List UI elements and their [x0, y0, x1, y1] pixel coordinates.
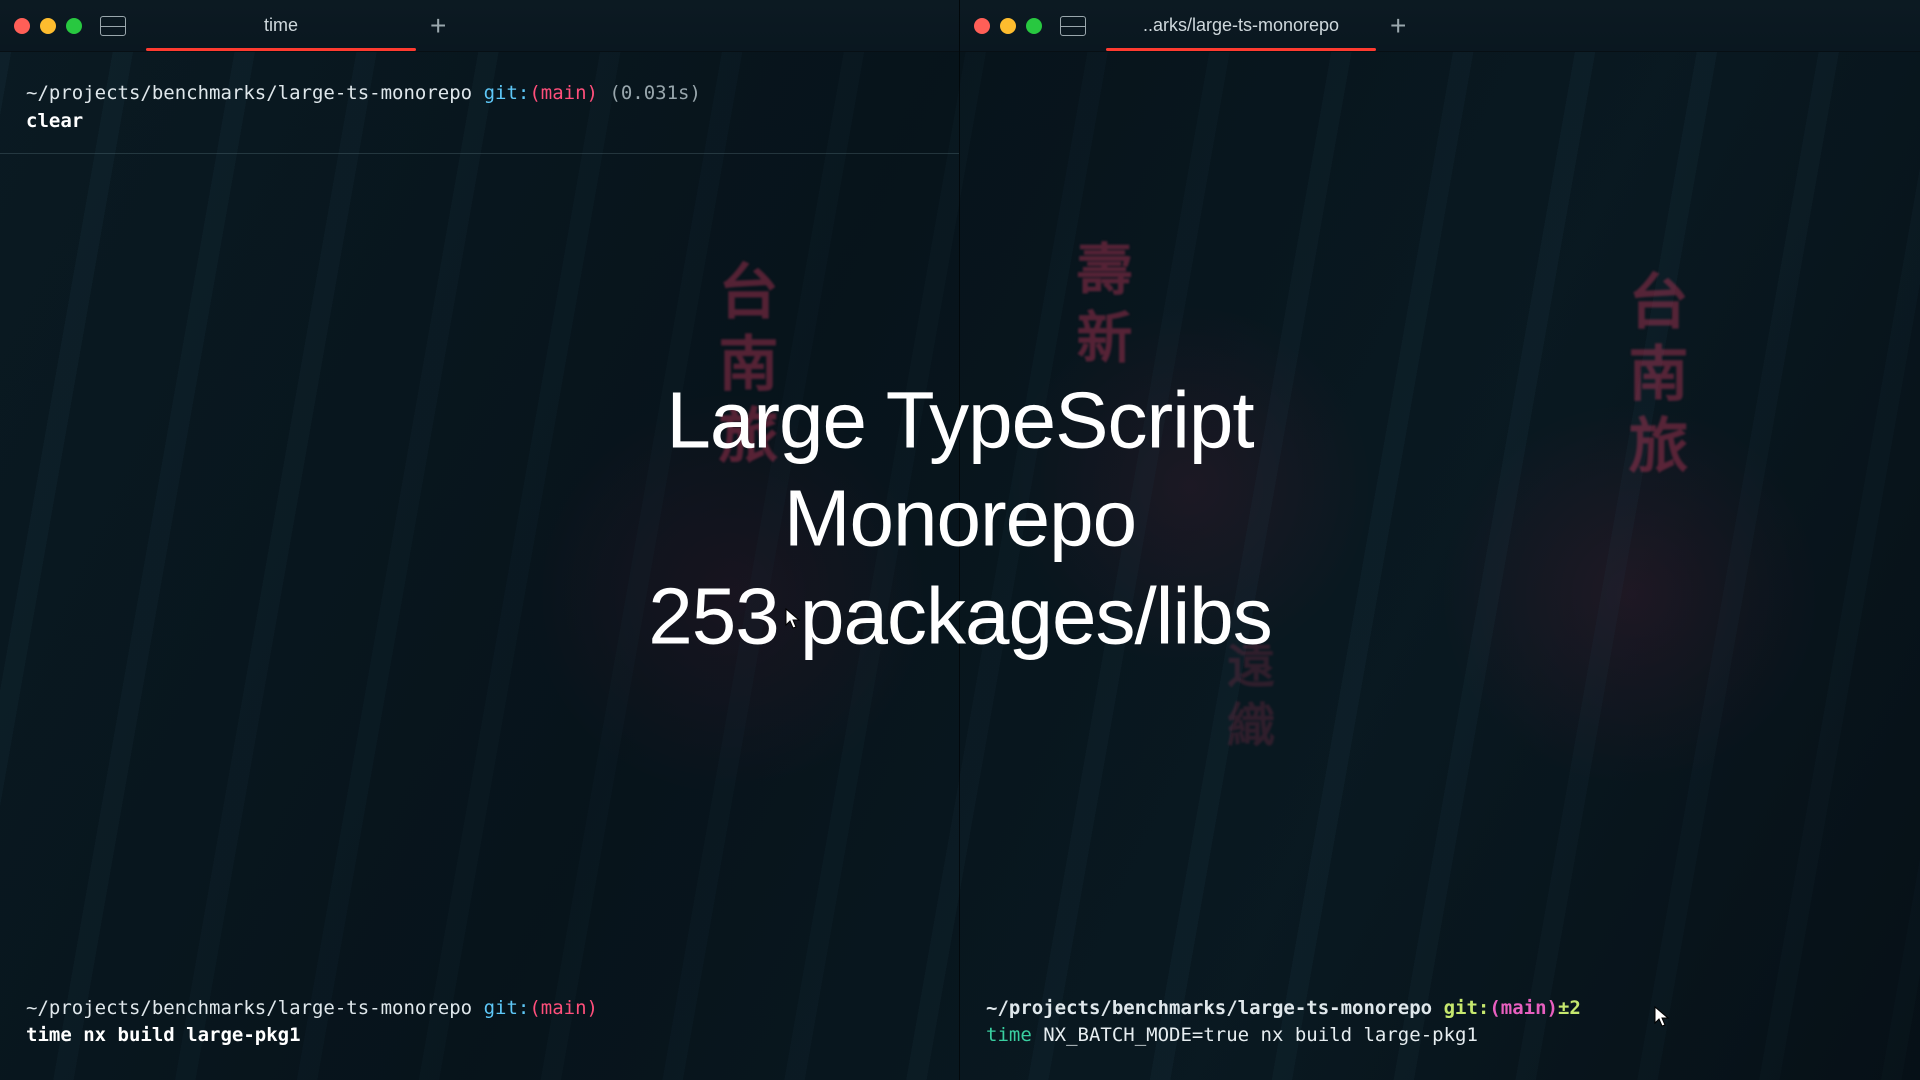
pane-divider — [0, 153, 959, 154]
split-pane-icon[interactable] — [100, 16, 126, 36]
prompt-line: ~/projects/benchmarks/large-ts-monorepo … — [26, 995, 933, 1023]
prompt-path: ~/projects/benchmarks/large-ts-monorepo — [26, 82, 472, 104]
command-line: time nx build large-pkg1 — [26, 1022, 933, 1050]
tab-title: time — [264, 15, 298, 36]
command-line: time NX_BATCH_MODE=true nx build large-p… — [986, 1022, 1894, 1050]
tab-bar: time + — [0, 0, 959, 52]
command-text: nx build large-pkg1 — [83, 1024, 300, 1046]
new-tab-button[interactable]: + — [1376, 10, 1420, 42]
new-tab-button[interactable]: + — [416, 10, 460, 42]
prompt-line: ~/projects/benchmarks/large-ts-monorepo … — [26, 80, 933, 108]
prompt-path: ~/projects/benchmarks/large-ts-monorepo — [986, 997, 1432, 1019]
window-controls — [974, 18, 1042, 34]
command-text: NX_BATCH_MODE=true nx build large-pkg1 — [1043, 1024, 1478, 1046]
window-controls — [14, 18, 82, 34]
prompt-line: ~/projects/benchmarks/large-ts-monorepo … — [986, 995, 1894, 1023]
git-label: git: — [472, 82, 529, 104]
zoom-icon[interactable] — [1026, 18, 1042, 34]
prompt-timing: (0.031s) — [598, 82, 701, 104]
tab-title: ..arks/large-ts-monorepo — [1143, 15, 1339, 36]
git-branch: (main) — [529, 997, 598, 1019]
close-icon[interactable] — [974, 18, 990, 34]
slide-title: Large TypeScript Monorepo 253 packages/l… — [648, 372, 1271, 665]
minimize-icon[interactable] — [40, 18, 56, 34]
terminal-bottom-block: ~/projects/benchmarks/large-ts-monorepo … — [26, 995, 933, 1050]
terminal-bottom-block: ~/projects/benchmarks/large-ts-monorepo … — [986, 995, 1894, 1050]
close-icon[interactable] — [14, 18, 30, 34]
git-branch: (main) — [1489, 997, 1558, 1019]
minimize-icon[interactable] — [1000, 18, 1016, 34]
git-label: git: — [472, 997, 529, 1019]
git-dirty: ±2 — [1558, 997, 1581, 1019]
git-label: git: — [1432, 997, 1489, 1019]
prompt-path: ~/projects/benchmarks/large-ts-monorepo — [26, 997, 472, 1019]
command-text: clear — [26, 110, 83, 132]
tab-bar: ..arks/large-ts-monorepo + — [960, 0, 1920, 52]
split-pane-icon[interactable] — [1060, 16, 1086, 36]
tab-active[interactable]: time — [146, 0, 416, 51]
tab-active[interactable]: ..arks/large-ts-monorepo — [1106, 0, 1376, 51]
zoom-icon[interactable] — [66, 18, 82, 34]
command-time: time — [26, 1024, 83, 1046]
git-branch: (main) — [529, 82, 598, 104]
command-line: clear — [26, 108, 933, 136]
command-time: time — [986, 1024, 1043, 1046]
